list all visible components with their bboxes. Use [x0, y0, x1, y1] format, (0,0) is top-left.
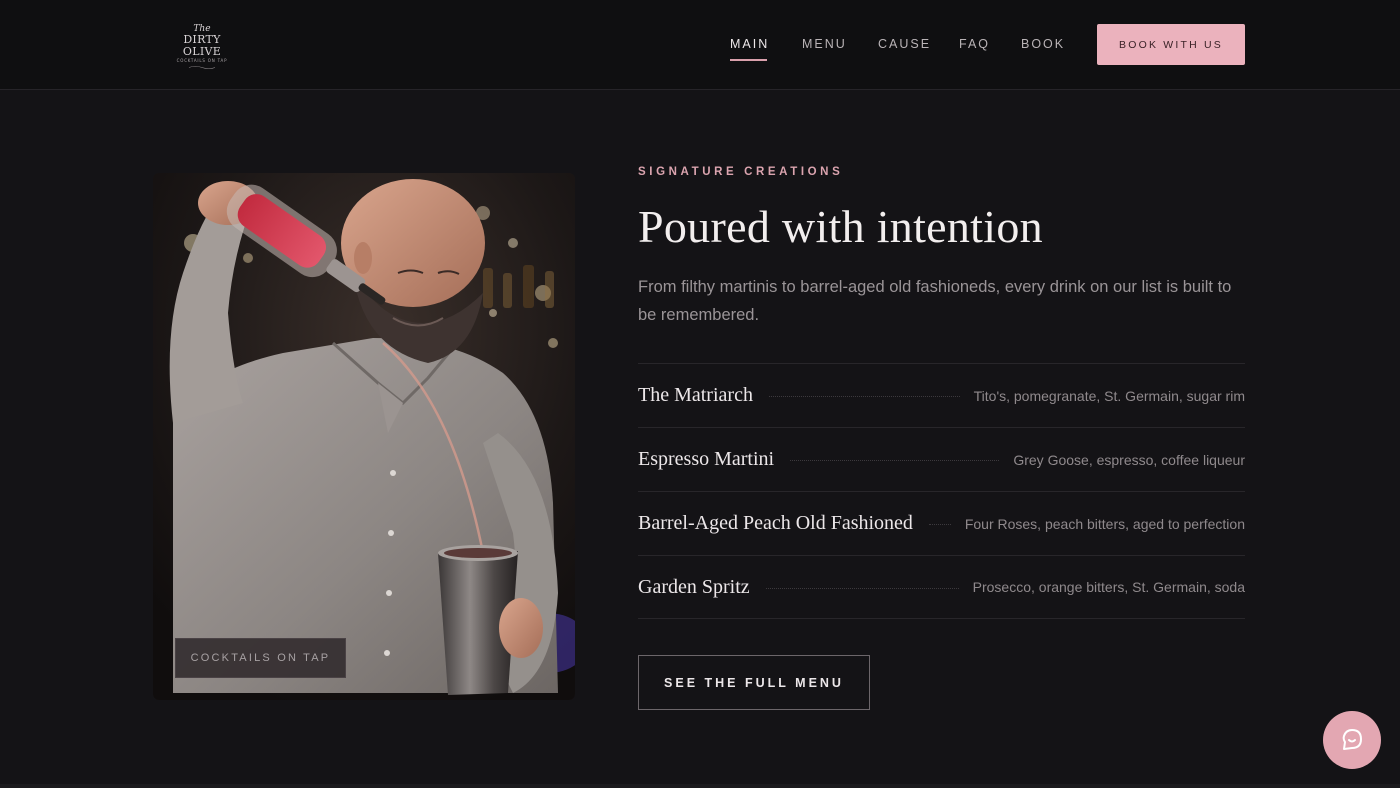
- section-title: Poured with intention: [638, 201, 1043, 252]
- drink-leader-line: [928, 524, 951, 525]
- nav-book[interactable]: BOOK: [1021, 37, 1065, 53]
- drink-description: Four Roses, peach bitters, aged to perfe…: [964, 515, 1245, 532]
- dirty-olive-logo[interactable]: The DIRTY OLIVE COCKTAILS ON TAP: [164, 24, 240, 70]
- drink-item: Barrel-Aged Peach Old Fashioned Four Ros…: [638, 491, 1245, 555]
- drink-leader-line: [768, 396, 960, 397]
- drink-name: The Matriarch: [638, 384, 753, 406]
- bartender-photo: COCKTAILS ON TAP: [153, 173, 575, 700]
- drink-leader-line: [790, 460, 1000, 461]
- cocktails-on-tap-badge: COCKTAILS ON TAP: [175, 638, 346, 678]
- bartender-pouring-image: [153, 173, 575, 700]
- chat-button[interactable]: [1323, 711, 1381, 769]
- nav-cause[interactable]: CAUSE: [878, 37, 931, 53]
- drink-description: Tito's, pomegranate, St. Germain, sugar …: [973, 387, 1245, 404]
- drink-item: The Matriarch Tito's, pomegranate, St. G…: [638, 363, 1245, 427]
- nav-main[interactable]: MAIN: [730, 37, 769, 61]
- drink-item: Garden Spritz Prosecco, orange bitters, …: [638, 555, 1245, 619]
- page-bottom-edge: [0, 784, 1400, 788]
- logo-flourish-icon: [188, 65, 216, 70]
- logo-name: DIRTY OLIVE: [182, 33, 222, 58]
- nav-menu[interactable]: MENU: [802, 37, 847, 53]
- drink-name: Garden Spritz: [638, 575, 750, 598]
- site-header: The DIRTY OLIVE COCKTAILS ON TAP MAIN ME…: [0, 0, 1400, 90]
- chat-bubble-icon: [1342, 729, 1362, 750]
- section-eyebrow: SIGNATURE CREATIONS: [638, 166, 844, 178]
- drink-description: Prosecco, orange bitters, St. Germain, s…: [972, 579, 1245, 595]
- signature-drinks-list: The Matriarch Tito's, pomegranate, St. G…: [638, 363, 1245, 619]
- drink-item: Espresso Martini Grey Goose, espresso, c…: [638, 427, 1245, 491]
- logo-tagline: COCKTAILS ON TAP: [176, 58, 228, 63]
- nav-faq[interactable]: FAQ: [959, 37, 990, 53]
- see-full-menu-button[interactable]: SEE THE FULL MENU: [638, 655, 870, 710]
- drink-name: Espresso Martini: [638, 448, 775, 470]
- drink-name: Barrel-Aged Peach Old Fashioned: [638, 512, 913, 534]
- book-with-us-button[interactable]: BOOK WITH US: [1097, 24, 1245, 65]
- drink-leader-line: [765, 587, 959, 589]
- drink-description: Grey Goose, espresso, coffee liqueur: [1013, 451, 1245, 468]
- section-intro: From filthy martinis to barrel-aged old …: [638, 278, 1232, 324]
